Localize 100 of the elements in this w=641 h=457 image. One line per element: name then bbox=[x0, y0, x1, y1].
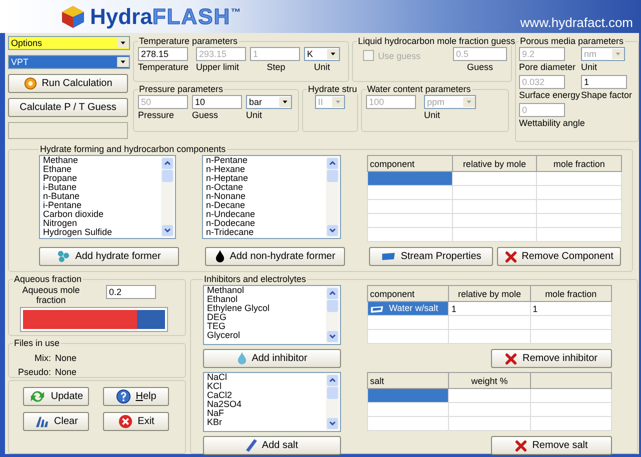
button[interactable]: Exit bbox=[103, 412, 169, 431]
list-item[interactable]: KBr bbox=[207, 418, 242, 427]
table-header[interactable]: relative by mole bbox=[448, 286, 530, 302]
dropdown[interactable]: K bbox=[304, 47, 340, 61]
field-label: Pore diameter bbox=[519, 62, 577, 73]
table-cell[interactable]: Water w/salt bbox=[368, 302, 449, 316]
list-item[interactable]: CaCl2 bbox=[207, 391, 242, 400]
table-cell: 1 bbox=[530, 302, 612, 316]
table-cell[interactable] bbox=[368, 388, 449, 402]
button[interactable]: Add non-hydrate former bbox=[205, 247, 345, 266]
list-item[interactable]: n-Decane bbox=[206, 201, 256, 210]
table-cell[interactable] bbox=[368, 402, 449, 416]
website-link[interactable]: www.hydrafact.com bbox=[520, 15, 633, 30]
button[interactable]: Clear bbox=[23, 412, 89, 431]
button[interactable]: Add salt bbox=[203, 436, 341, 455]
button[interactable]: Run Calculation bbox=[8, 74, 128, 93]
scrollbar[interactable] bbox=[160, 157, 174, 237]
button[interactable]: Remove Component bbox=[497, 247, 621, 266]
dropdown[interactable]: Options bbox=[8, 36, 130, 50]
list-item[interactable]: NaF bbox=[207, 409, 242, 418]
button[interactable]: Stream Properties bbox=[369, 247, 493, 266]
scrollbar[interactable] bbox=[326, 157, 339, 237]
list-box[interactable]: n-Pentane n-Hexane n-Heptane n-Octane n-Nonane n-Decane n-Undecane n-Dodecane n-Tridecane bbox=[202, 155, 341, 239]
field-label: Guess bbox=[192, 110, 220, 121]
list-item[interactable]: Ethane bbox=[43, 165, 112, 174]
field-label: Temperature bbox=[138, 62, 190, 73]
flag-icon bbox=[370, 304, 384, 314]
list-item[interactable]: NaCl bbox=[207, 373, 242, 382]
clear-icon bbox=[34, 415, 50, 428]
list-item[interactable]: Ethylene Glycol bbox=[207, 304, 270, 313]
list-box[interactable]: Methanol Ethanol Ethylene Glycol DEG TEG Glycerol bbox=[203, 285, 341, 345]
table-header[interactable]: component bbox=[368, 286, 449, 302]
list-item[interactable]: KCl bbox=[207, 382, 242, 391]
table-cell[interactable] bbox=[368, 316, 449, 330]
list-item[interactable]: Na2SO4 bbox=[207, 400, 242, 409]
group-title: Files in use bbox=[13, 338, 61, 348]
table-header[interactable]: mole fraction bbox=[530, 286, 612, 302]
list-item[interactable]: Glycerol bbox=[207, 331, 270, 340]
table-cell[interactable] bbox=[367, 200, 452, 214]
list-item[interactable]: n-Hexane bbox=[206, 165, 256, 174]
list-item[interactable]: n-Undecane bbox=[206, 210, 256, 219]
table-cell[interactable] bbox=[367, 172, 452, 186]
group-title: Inhibitors and electrolytes bbox=[203, 274, 308, 284]
list-item[interactable]: n-Tridecane bbox=[206, 228, 256, 237]
list-item[interactable]: n-Pentane bbox=[206, 156, 256, 165]
group-title: Temperature parameters bbox=[138, 36, 239, 46]
cross-icon bbox=[505, 352, 518, 364]
button[interactable]: Add inhibitor bbox=[203, 349, 341, 368]
table-header[interactable]: relative by mole bbox=[452, 156, 537, 172]
list-item[interactable]: n-Heptane bbox=[206, 174, 256, 183]
list-item[interactable]: Propane bbox=[43, 174, 112, 183]
button[interactable]: Remove salt bbox=[491, 436, 612, 455]
list-item[interactable]: Hydrogen Sulfide bbox=[43, 228, 112, 237]
button[interactable]: Remove inhibitor bbox=[491, 349, 612, 368]
logo-icon bbox=[60, 4, 86, 28]
list-box[interactable]: Methane Ethane Propane i-Butane n-Butane i-Pentane Carbon dioxide Nitrogen Hydrogen Sulfide bbox=[39, 155, 176, 239]
dropdown[interactable]: VPT bbox=[8, 55, 130, 69]
list-item[interactable]: i-Butane bbox=[43, 183, 112, 192]
list-item[interactable]: TEG bbox=[207, 322, 270, 331]
file-label: Pseudo: bbox=[16, 367, 51, 377]
table-header[interactable]: weight % bbox=[448, 372, 530, 388]
list-item[interactable]: Methane bbox=[43, 156, 112, 165]
list-item[interactable]: Methanol bbox=[207, 286, 270, 295]
list-item[interactable]: Carbon dioxide bbox=[43, 210, 112, 219]
table-cell[interactable] bbox=[367, 228, 452, 242]
input-field[interactable]: 278.15 bbox=[138, 47, 188, 61]
table-cell[interactable] bbox=[367, 214, 452, 228]
table-header[interactable]: component bbox=[367, 156, 452, 172]
button[interactable]: Update bbox=[23, 387, 89, 406]
button[interactable]: Add hydrate former bbox=[39, 247, 179, 266]
list-item[interactable]: n-Butane bbox=[43, 192, 112, 201]
table-header[interactable]: salt bbox=[368, 372, 449, 388]
table-cell[interactable] bbox=[368, 416, 449, 430]
file-label: Mix: bbox=[34, 353, 51, 363]
scrollbar[interactable] bbox=[326, 374, 339, 430]
table-header[interactable]: mole fraction bbox=[536, 156, 622, 172]
scrollbar[interactable] bbox=[326, 287, 339, 343]
input-field[interactable]: 10 bbox=[192, 95, 242, 109]
list-item[interactable]: Nitrogen bbox=[43, 219, 112, 228]
table-cell[interactable] bbox=[367, 186, 452, 200]
input-field[interactable]: 1 bbox=[581, 75, 627, 89]
list-item[interactable]: Ethanol bbox=[207, 295, 270, 304]
button[interactable]: Help bbox=[103, 387, 169, 406]
drop-icon bbox=[214, 250, 225, 263]
list-item[interactable]: i-Pentane bbox=[43, 201, 112, 210]
button[interactable]: Calculate P / T Guess bbox=[8, 98, 128, 117]
list-item[interactable]: n-Octane bbox=[206, 183, 256, 192]
list-item[interactable]: n-Dodecane bbox=[206, 219, 256, 228]
dropdown[interactable]: bar bbox=[246, 95, 292, 109]
input-field[interactable]: 0.2 bbox=[106, 285, 156, 299]
list-item[interactable]: n-Nonane bbox=[206, 192, 256, 201]
checkbox-label: Use guess bbox=[378, 50, 421, 60]
file-value: None bbox=[55, 353, 77, 363]
field-label: Unit bbox=[312, 62, 331, 73]
group-title: Hydrate forming and hydrocarbon components bbox=[39, 144, 227, 154]
list-item[interactable]: DEG bbox=[207, 313, 270, 322]
list-box[interactable]: NaCl KCl CaCl2 Na2SO4 NaF KBr bbox=[203, 372, 341, 432]
field-label: Unit bbox=[424, 110, 442, 121]
group-title: Aqueous fraction bbox=[13, 274, 83, 284]
table-cell[interactable] bbox=[368, 330, 449, 344]
